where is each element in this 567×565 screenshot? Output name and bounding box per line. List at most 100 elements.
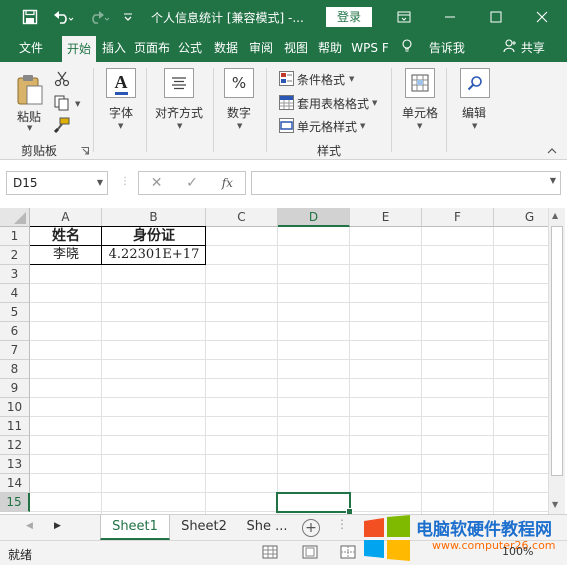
dialog-launcher-icon[interactable] xyxy=(80,146,90,156)
name-box[interactable]: D15 ▼ xyxy=(6,171,108,195)
number-label[interactable]: 数字 xyxy=(227,104,251,121)
tab-home[interactable]: 开始 xyxy=(62,36,96,64)
format-as-table-dropdown-icon[interactable]: ▼ xyxy=(372,99,377,107)
cells-button[interactable] xyxy=(405,68,435,98)
column-header-a[interactable]: A xyxy=(30,208,102,227)
row-header[interactable]: 4 xyxy=(0,284,30,303)
cells-dropdown-icon[interactable]: ▼ xyxy=(417,122,422,130)
tab-wps[interactable]: WPS F xyxy=(350,34,390,62)
editing-button[interactable] xyxy=(460,68,490,98)
row-header[interactable]: 8 xyxy=(0,360,30,379)
paste-label[interactable]: 粘贴 xyxy=(17,108,41,125)
editing-label[interactable]: 编辑 xyxy=(462,104,486,121)
enter-icon[interactable]: ✓ xyxy=(174,175,209,191)
insert-function-icon[interactable]: fx xyxy=(210,176,245,190)
collapse-ribbon-icon[interactable] xyxy=(546,146,558,156)
chevron-down-icon[interactable]: ▼ xyxy=(97,172,103,194)
column-header-b[interactable]: B xyxy=(102,208,206,227)
page-break-view-icon[interactable] xyxy=(340,545,356,562)
row-header[interactable]: 12 xyxy=(0,436,30,455)
sheet-tab-sheet2[interactable]: Sheet2 xyxy=(172,515,236,540)
paste-dropdown-icon[interactable]: ▼ xyxy=(27,124,32,132)
format-as-table-icon[interactable] xyxy=(278,94,294,110)
alignment-label[interactable]: 对齐方式 xyxy=(155,104,203,121)
format-as-table-button[interactable]: 套用表格格式 xyxy=(297,95,369,112)
column-header-g[interactable]: G xyxy=(494,208,548,227)
alignment-dropdown-icon[interactable]: ▼ xyxy=(177,122,182,130)
undo-icon[interactable] xyxy=(50,0,78,34)
tab-view[interactable]: 视图 xyxy=(280,34,312,62)
page-layout-view-icon[interactable] xyxy=(302,545,318,562)
splitter-handle-icon[interactable]: ⋮ xyxy=(120,176,130,187)
tab-data[interactable]: 数据 xyxy=(210,34,242,62)
cell-a2[interactable]: 李晓 xyxy=(30,246,102,265)
scroll-down-icon[interactable]: ▼ xyxy=(552,500,558,509)
row-header[interactable]: 7 xyxy=(0,341,30,360)
cell-b1[interactable]: 身份证 xyxy=(102,227,206,246)
cell-styles-dropdown-icon[interactable]: ▼ xyxy=(360,122,365,130)
format-painter-icon[interactable] xyxy=(52,116,72,134)
row-header[interactable]: 5 xyxy=(0,303,30,322)
ribbon-display-options-icon[interactable] xyxy=(384,0,424,34)
scrollbar-thumb[interactable] xyxy=(551,226,563,476)
row-header[interactable]: 14 xyxy=(0,474,30,493)
column-header-d[interactable]: D xyxy=(278,208,350,227)
zoom-level[interactable]: 100% xyxy=(502,545,533,558)
tab-help[interactable]: 帮助 xyxy=(314,34,346,62)
next-sheet-icon[interactable]: ▶ xyxy=(54,521,61,531)
row-header[interactable]: 13 xyxy=(0,455,30,474)
tab-splitter-icon[interactable]: ⋮ xyxy=(336,517,348,531)
column-header-e[interactable]: E xyxy=(350,208,422,227)
cell-a1[interactable]: 姓名 xyxy=(30,227,102,246)
row-header[interactable]: 11 xyxy=(0,417,30,436)
worksheet-grid[interactable]: A B C D E F G 1 2 3 4 5 6 7 8 9 10 11 12… xyxy=(0,208,548,514)
font-button[interactable]: A xyxy=(106,68,136,98)
vertical-scrollbar[interactable]: ▲ ▼ xyxy=(548,208,565,514)
close-icon[interactable] xyxy=(522,0,562,34)
cell-styles-icon[interactable] xyxy=(278,117,294,133)
row-header[interactable]: 10 xyxy=(0,398,30,417)
editing-dropdown-icon[interactable]: ▼ xyxy=(472,122,477,130)
row-header[interactable]: 3 xyxy=(0,265,30,284)
save-icon[interactable] xyxy=(18,0,42,34)
font-dropdown-icon[interactable]: ▼ xyxy=(118,122,123,130)
tab-formulas[interactable]: 公式 xyxy=(174,34,206,62)
share-button[interactable]: 共享 xyxy=(494,34,554,62)
normal-view-icon[interactable] xyxy=(262,545,278,562)
login-button[interactable]: 登录 xyxy=(326,7,372,27)
column-header-c[interactable]: C xyxy=(206,208,278,227)
cancel-icon[interactable]: ✕ xyxy=(139,175,174,191)
sheet-tab-sheet3[interactable]: She ... xyxy=(238,515,296,540)
alignment-button[interactable] xyxy=(164,68,194,98)
customize-qat-icon[interactable] xyxy=(118,0,138,34)
paste-icon[interactable] xyxy=(14,72,46,108)
row-header[interactable]: 1 xyxy=(0,227,30,246)
sheet-tab-sheet1[interactable]: Sheet1 xyxy=(100,515,170,540)
maximize-icon[interactable] xyxy=(476,0,516,34)
formula-input[interactable]: ▼ xyxy=(251,171,561,195)
select-all-button[interactable] xyxy=(0,208,30,227)
row-header[interactable]: 9 xyxy=(0,379,30,398)
cell-styles-button[interactable]: 单元格样式 xyxy=(297,118,357,135)
font-label[interactable]: 字体 xyxy=(109,104,133,121)
cell-b2[interactable]: 4.22301E+17 xyxy=(102,246,206,265)
tab-file[interactable]: 文件 xyxy=(10,34,52,62)
number-dropdown-icon[interactable]: ▼ xyxy=(237,122,242,130)
tab-insert[interactable]: 插入 xyxy=(98,34,130,62)
copy-dropdown-icon[interactable]: ▼ xyxy=(75,100,80,108)
selected-cell-d15[interactable] xyxy=(276,492,353,514)
scroll-up-icon[interactable]: ▲ xyxy=(552,211,558,220)
tell-me[interactable]: 告诉我 xyxy=(398,34,468,62)
conditional-format-button[interactable]: 条件格式 xyxy=(297,71,345,88)
cells-label[interactable]: 单元格 xyxy=(402,104,438,121)
add-sheet-icon[interactable]: + xyxy=(302,519,320,537)
conditional-format-icon[interactable] xyxy=(278,70,294,86)
conditional-format-dropdown-icon[interactable]: ▼ xyxy=(349,75,354,83)
prev-sheet-icon[interactable]: ◀ xyxy=(26,521,33,531)
tab-page-layout[interactable]: 页面布 xyxy=(132,34,172,62)
expand-formula-icon[interactable]: ▼ xyxy=(550,176,556,185)
row-header[interactable]: 15 xyxy=(0,493,30,512)
minimize-icon[interactable] xyxy=(430,0,470,34)
tab-review[interactable]: 审阅 xyxy=(245,34,277,62)
column-header-f[interactable]: F xyxy=(422,208,494,227)
